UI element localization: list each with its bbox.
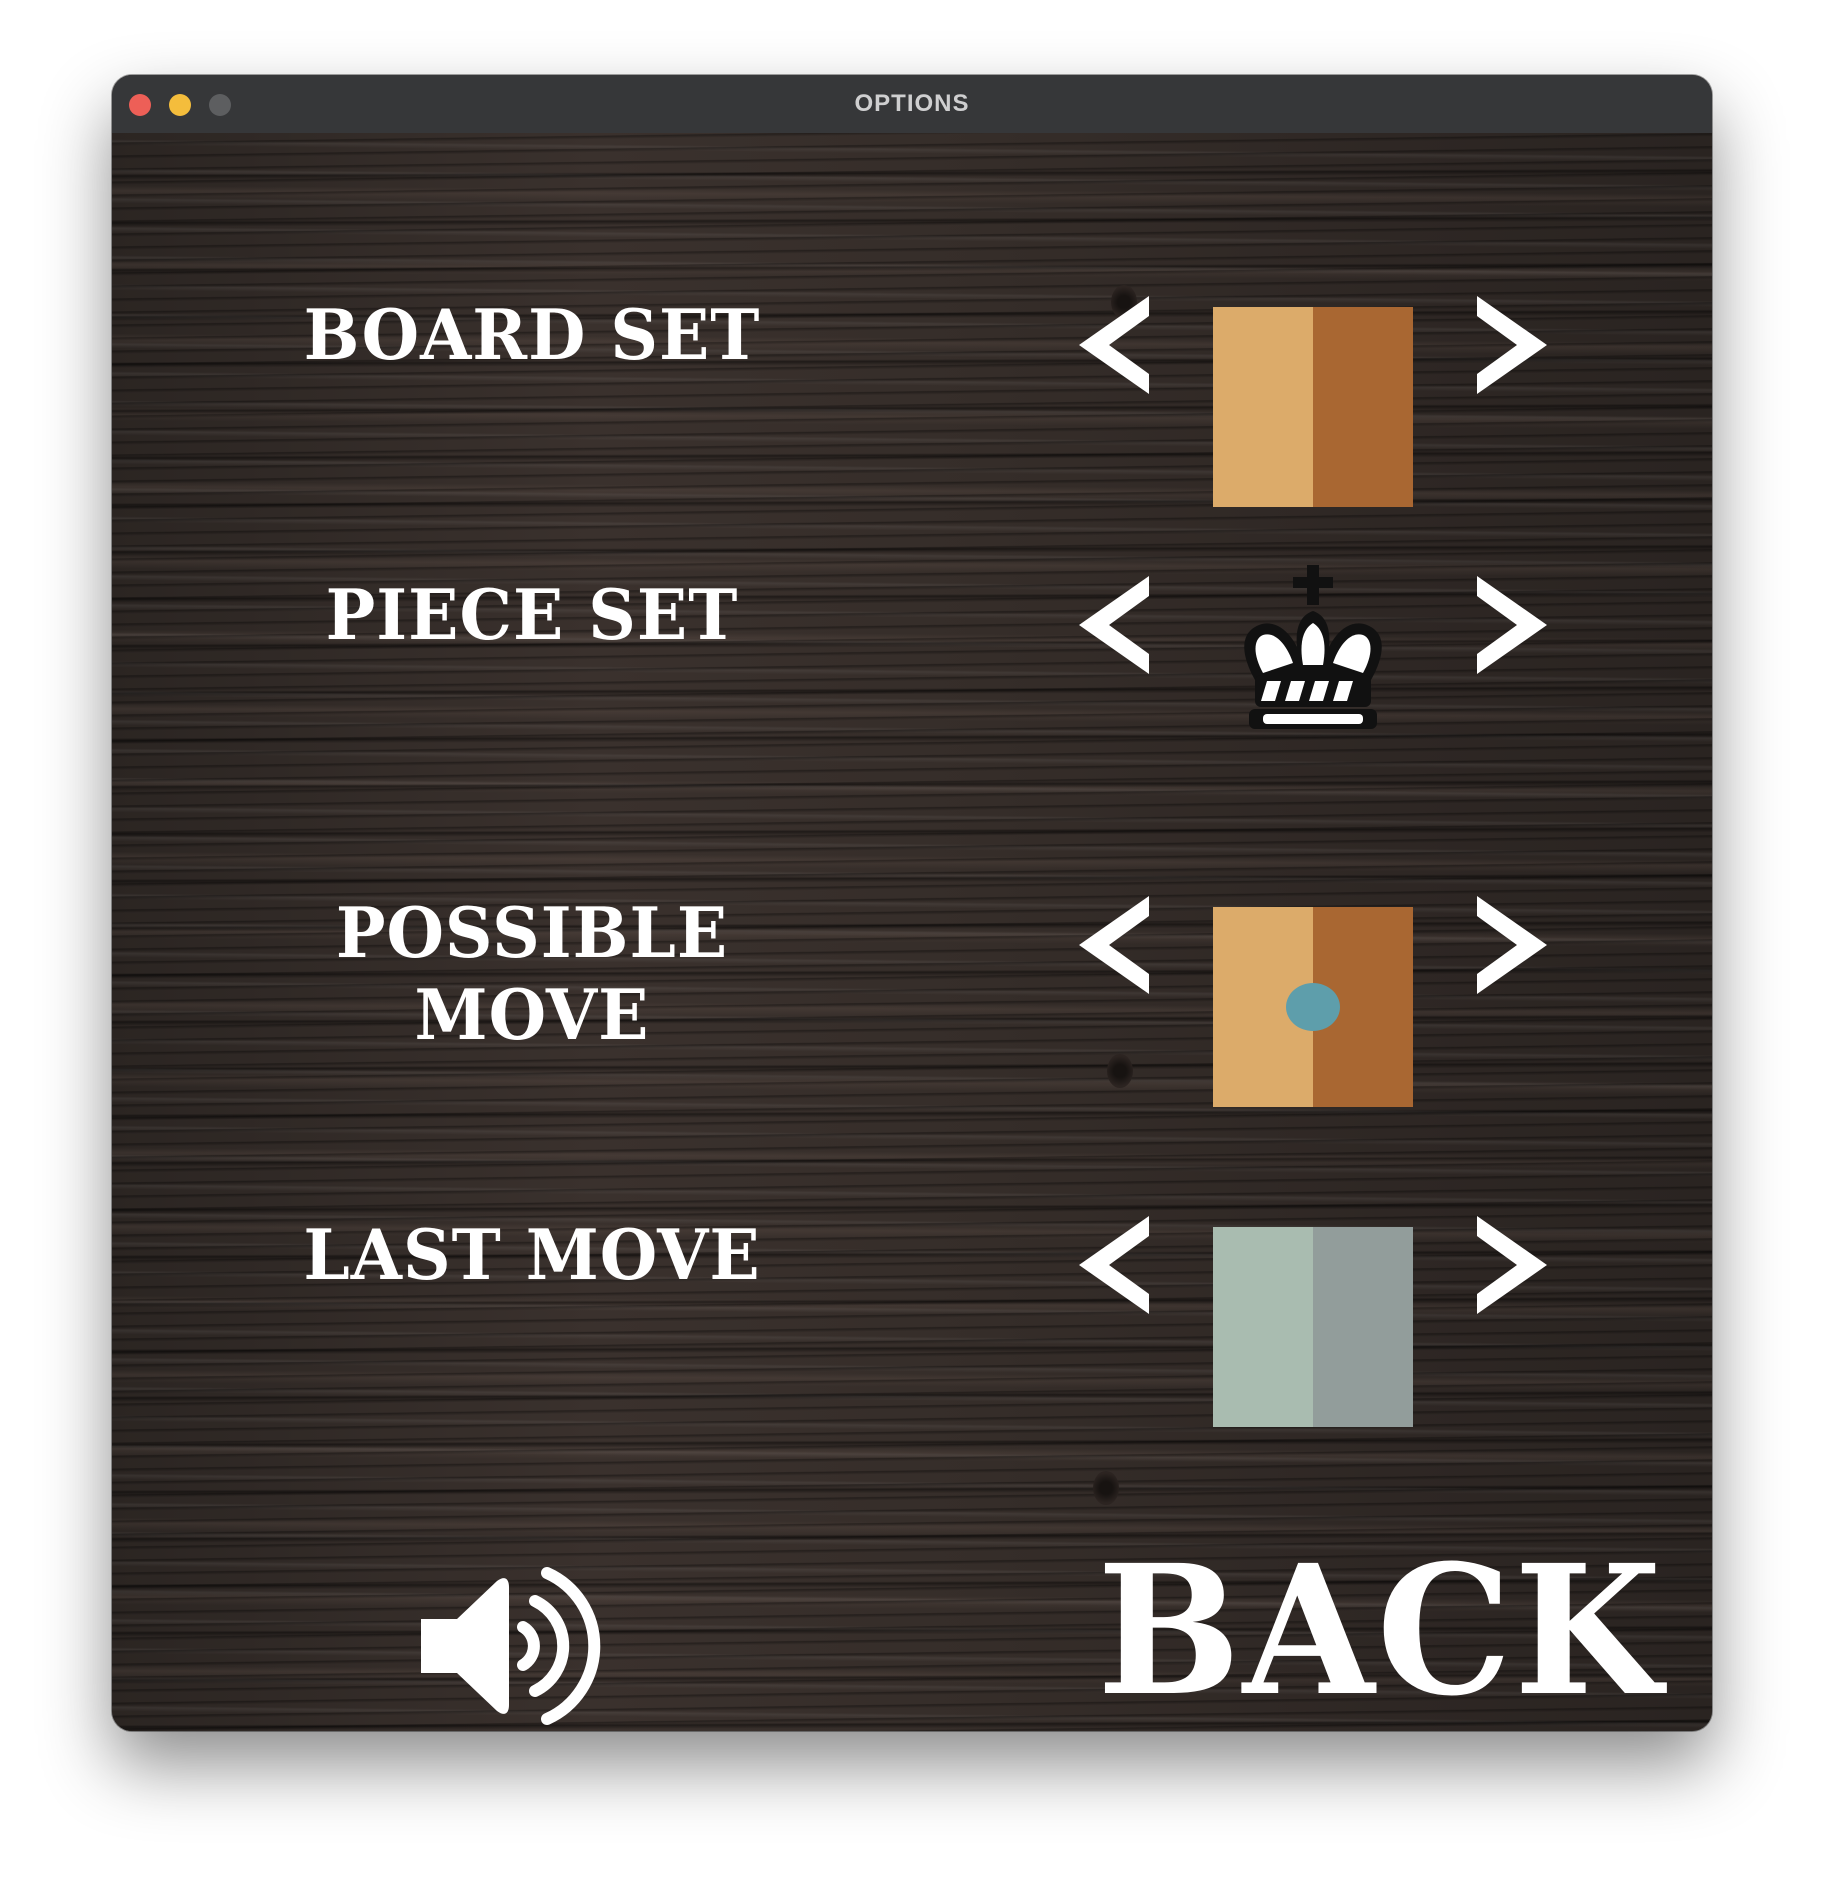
board-set-next-arrow-icon[interactable] — [1471, 290, 1551, 400]
piece-set-prev-arrow-icon[interactable] — [1075, 570, 1155, 680]
options-panel: BOARD SET PIECE SET POSSIBLE MOVE LAST M… — [112, 133, 1712, 1731]
speaker-on-icon[interactable] — [417, 1561, 607, 1731]
wood-knot-decoration — [1093, 1471, 1119, 1505]
board-set-prev-arrow-icon[interactable] — [1075, 290, 1155, 400]
dark-square-swatch — [1313, 1227, 1413, 1427]
last-move-prev-arrow-icon[interactable] — [1075, 1210, 1155, 1320]
board-set-label: BOARD SET — [303, 294, 761, 376]
last-move-preview — [1213, 1227, 1413, 1427]
possible-move-next-arrow-icon[interactable] — [1471, 890, 1551, 1000]
board-set-preview — [1213, 307, 1413, 507]
last-move-label: LAST MOVE — [303, 1214, 761, 1296]
light-square-swatch — [1213, 307, 1313, 507]
possible-move-preview — [1213, 907, 1413, 1107]
possible-move-prev-arrow-icon[interactable] — [1075, 890, 1155, 1000]
piece-set-label: PIECE SET — [325, 574, 739, 656]
options-window: OPTIONS BOARD SET PIECE SET POSSIBLE MOV… — [112, 75, 1712, 1731]
possible-move-label: POSSIBLE MOVE — [335, 892, 729, 1056]
wood-knot-decoration — [1107, 1054, 1133, 1088]
dark-square-swatch — [1313, 307, 1413, 507]
last-move-next-arrow-icon[interactable] — [1471, 1210, 1551, 1320]
light-square-swatch — [1213, 1227, 1313, 1427]
title-bar: OPTIONS — [112, 75, 1712, 134]
window-title: OPTIONS — [854, 90, 970, 117]
back-button[interactable]: BACK — [1097, 1526, 1664, 1731]
possible-move-dot — [1286, 983, 1340, 1031]
white-king-crown-icon — [1244, 565, 1382, 729]
piece-set-next-arrow-icon[interactable] — [1471, 570, 1551, 680]
